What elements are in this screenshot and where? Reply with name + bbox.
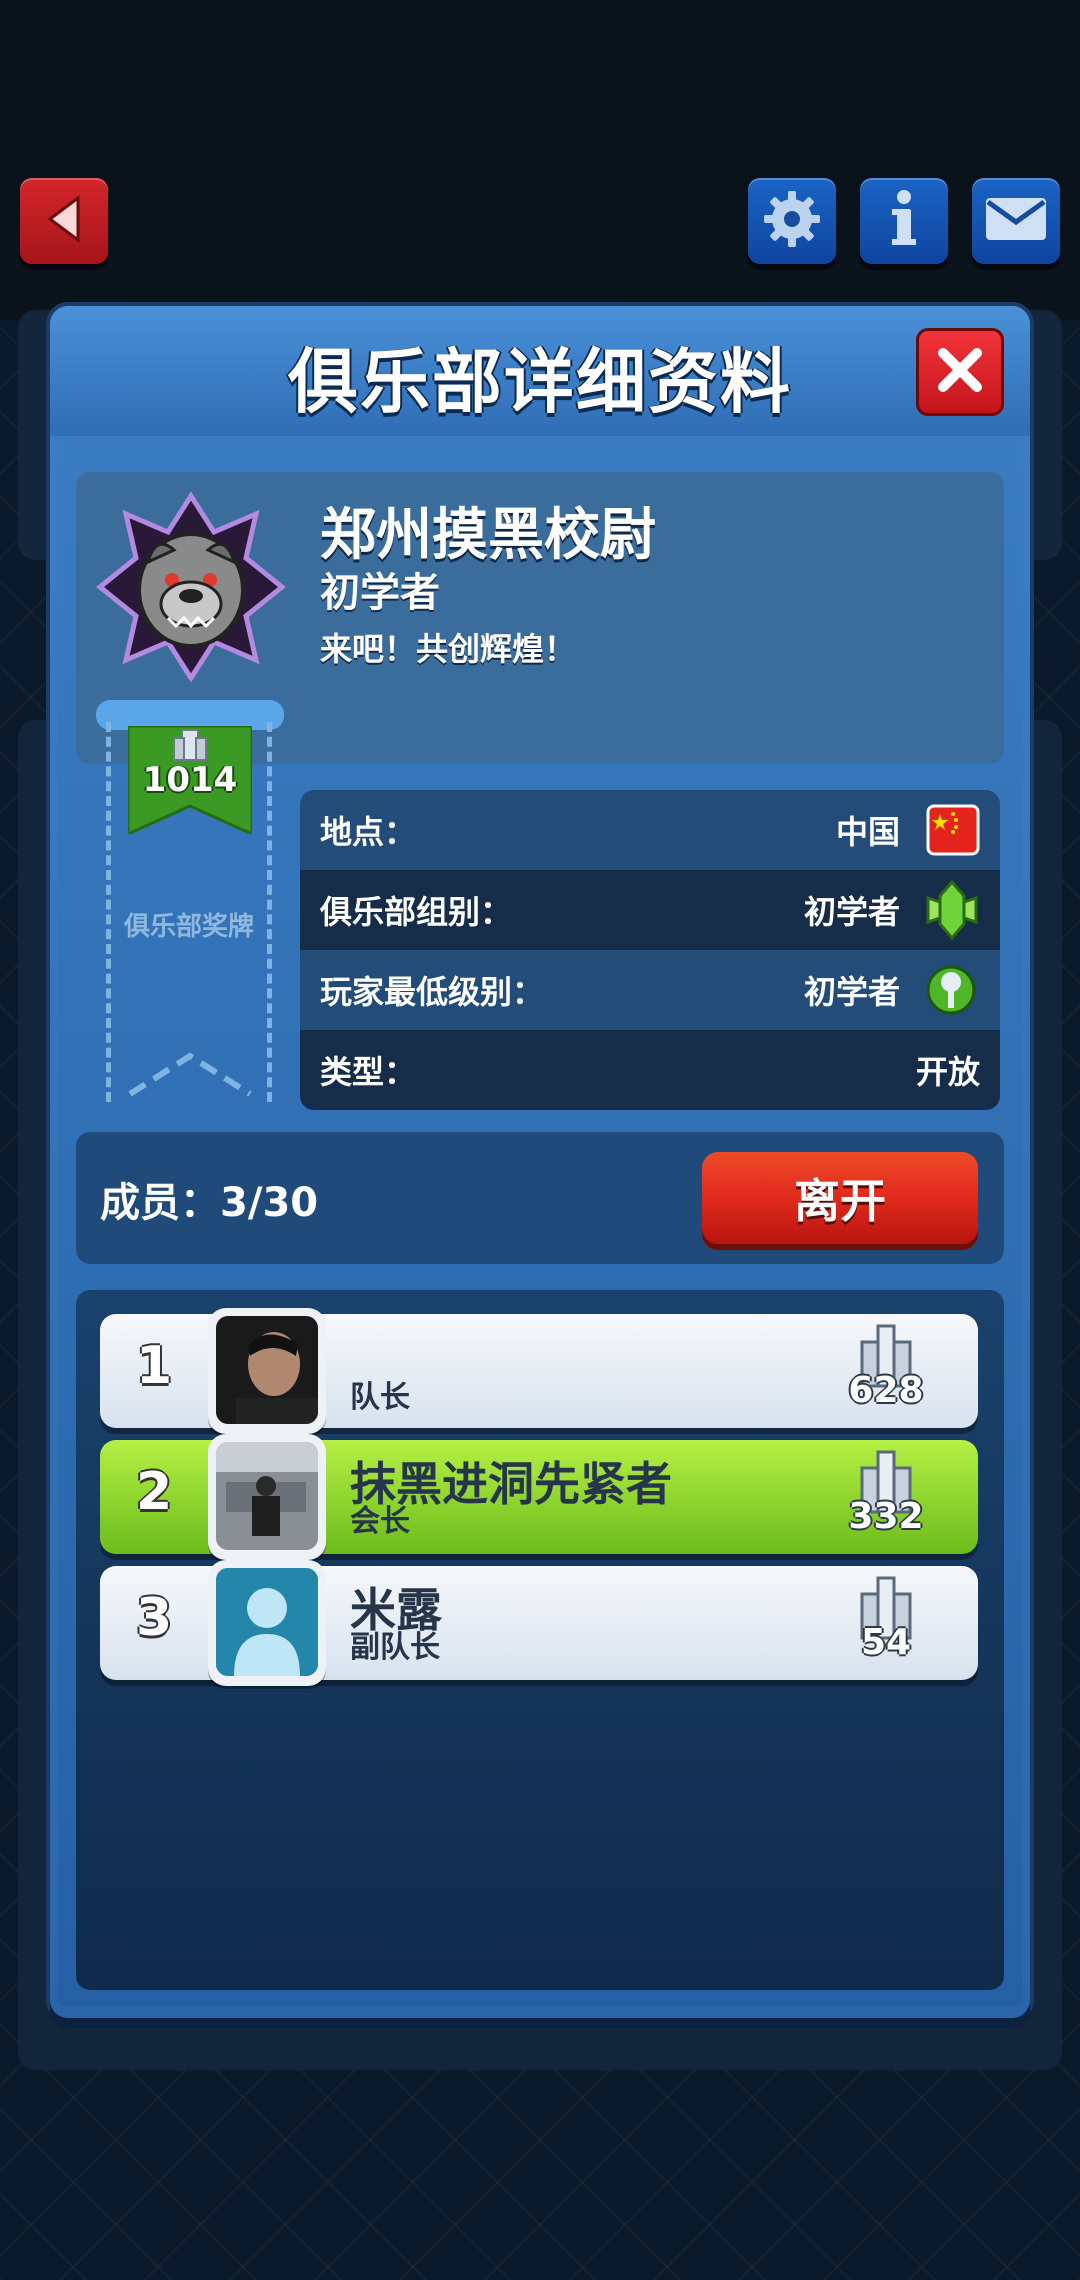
top-background <box>0 0 1080 320</box>
member-role: 队长 <box>350 1380 410 1415</box>
member-row[interactable]: 3 米露 副队长 54 <box>100 1560 978 1686</box>
settings-button[interactable] <box>748 178 836 264</box>
rank-badge-icon <box>926 962 976 1018</box>
info-icon <box>884 187 924 255</box>
club-name: 郑州摸黑校尉 <box>320 503 656 568</box>
member-rank: 1 <box>136 1336 173 1396</box>
location-label: 地点： <box>320 813 417 851</box>
club-trophies: 1014 <box>142 760 238 800</box>
bulldog-emblem-icon <box>96 491 286 683</box>
min-level-value: 初学者 <box>803 973 900 1011</box>
avatar <box>208 1308 326 1434</box>
member-trophies: 628 <box>848 1370 924 1411</box>
info-button[interactable] <box>860 178 948 264</box>
info-row-location: 地点： 中国 <box>300 790 1000 870</box>
member-rank: 3 <box>136 1588 173 1648</box>
leave-button[interactable]: 离开 <box>702 1152 978 1244</box>
member-row[interactable]: 1 队长 628 <box>100 1308 978 1434</box>
avatar-photo <box>216 1316 318 1424</box>
members-value: 3/30 <box>220 1180 319 1226</box>
min-level-label: 玩家最低级别： <box>320 973 545 1011</box>
club-info-table: 地点： 中国 俱乐部组别： 初学者 玩家最低级别： 初学者 类型： 开放 <box>300 790 1000 1110</box>
club-motto: 来吧！共创辉煌！ <box>320 630 577 668</box>
default-avatar-icon <box>216 1568 318 1676</box>
gear-icon <box>760 187 824 255</box>
members-label: 成员： <box>100 1180 220 1226</box>
location-value: 中国 <box>835 813 900 851</box>
page-title: 俱乐部详细资料 <box>288 341 792 423</box>
avatar <box>208 1434 326 1560</box>
member-row[interactable]: 2 抹黑进洞先紧者 会长 332 <box>100 1434 978 1560</box>
info-row-group: 俱乐部组别： 初学者 <box>300 870 1000 950</box>
group-label: 俱乐部组别： <box>320 893 513 931</box>
mail-icon <box>984 196 1048 246</box>
chevron-up-icon <box>126 1050 254 1100</box>
member-role: 会长 <box>350 1504 410 1539</box>
avatar-photo <box>216 1442 318 1550</box>
medal-label: 俱乐部奖牌 <box>123 912 254 942</box>
club-level: 初学者 <box>320 570 440 616</box>
back-arrow-icon <box>44 194 84 248</box>
mail-button[interactable] <box>972 178 1060 264</box>
member-role: 副队长 <box>350 1630 440 1665</box>
member-trophies: 54 <box>860 1622 912 1663</box>
close-icon <box>935 345 985 399</box>
member-trophies: 332 <box>848 1496 924 1537</box>
member-rank: 2 <box>136 1462 173 1522</box>
china-flag-icon <box>926 804 980 856</box>
close-button[interactable] <box>916 328 1004 416</box>
group-value: 初学者 <box>803 893 900 931</box>
info-row-min-level: 玩家最低级别： 初学者 <box>300 950 1000 1030</box>
info-row-type: 类型： 开放 <box>300 1030 1000 1110</box>
type-value: 开放 <box>915 1053 980 1091</box>
group-crystal-icon <box>920 879 984 941</box>
members-count: 成员：3/30 <box>100 1170 318 1228</box>
back-button[interactable] <box>20 178 108 264</box>
avatar <box>208 1560 326 1686</box>
type-label: 类型： <box>320 1053 417 1091</box>
